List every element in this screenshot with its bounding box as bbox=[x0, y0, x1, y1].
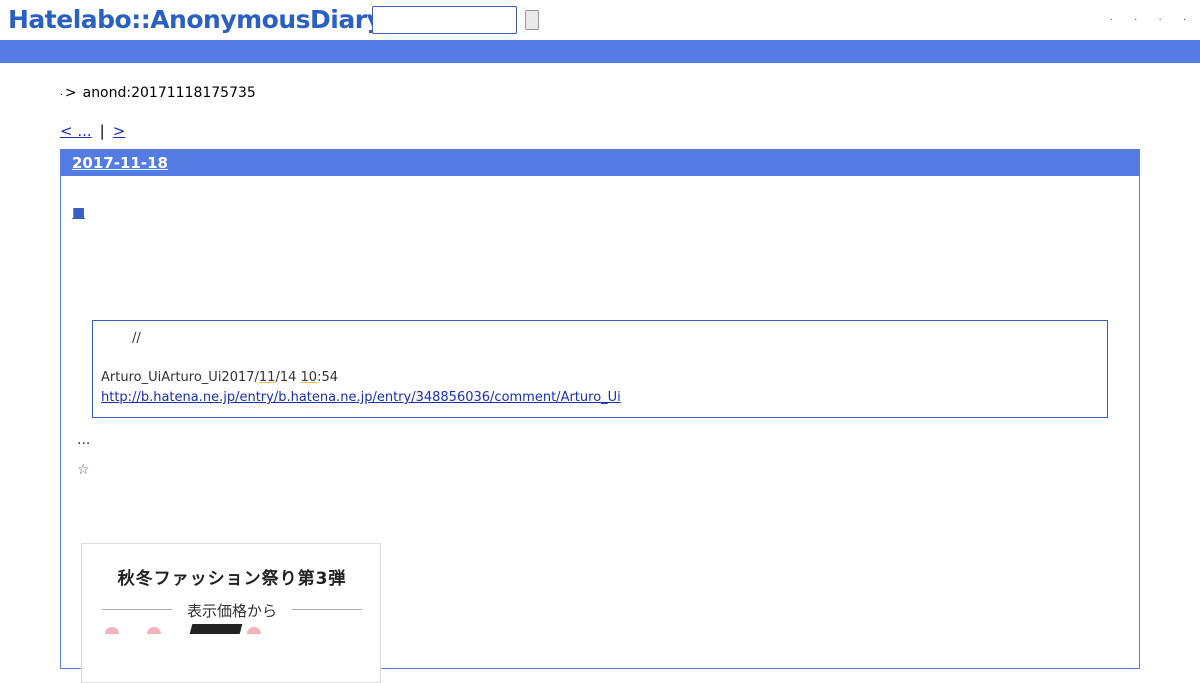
star-button[interactable]: ☆ bbox=[77, 462, 90, 478]
search-button[interactable] bbox=[525, 10, 539, 30]
quote-attribution: Arturo_UiArturo_Ui2017/11/14 10:54 bbox=[101, 368, 1099, 388]
ad-subtitle-text: 表示価格から bbox=[186, 602, 277, 620]
ad-title: 秋冬ファッション祭り第3弾 bbox=[117, 569, 347, 589]
quote-minute: :54 bbox=[317, 370, 338, 385]
site-logo[interactable]: Hatelabo::AnonymousDiary bbox=[8, 4, 383, 36]
ad-shape-pink bbox=[247, 627, 261, 634]
body-ellipsis: ... bbox=[77, 432, 91, 448]
quote-day: /14 bbox=[275, 370, 301, 385]
day-header: 2017-11-18 bbox=[61, 150, 1139, 176]
day-entry: 2017-11-18 ■ // Arturo_UiArturo_Ui2017/1… bbox=[60, 149, 1140, 683]
header-link-4[interactable]: . bbox=[1183, 12, 1186, 23]
ad-graphic bbox=[97, 624, 367, 634]
header-link-2[interactable]: . bbox=[1134, 12, 1137, 23]
ad-shape-pink bbox=[105, 627, 119, 634]
pager: < ... | > bbox=[60, 122, 125, 140]
ad-rule-right bbox=[292, 609, 362, 610]
quote-block: // Arturo_UiArturo_Ui2017/11/14 10:54 ht… bbox=[92, 320, 1108, 418]
header-links: . . . . bbox=[1092, 12, 1186, 23]
header-bar bbox=[0, 40, 1200, 63]
ad-shape-black bbox=[189, 624, 243, 634]
day-date-link[interactable]: 2017-11-18 bbox=[72, 154, 168, 172]
ad-shape-pink bbox=[147, 627, 161, 634]
quote-text: // bbox=[132, 331, 141, 346]
header-link-1[interactable]: . bbox=[1110, 12, 1113, 23]
quote-month: 11 bbox=[258, 370, 276, 385]
ad-banner[interactable]: 秋冬ファッション祭り第3弾 表示価格から bbox=[81, 543, 381, 683]
quote-hour: 10 bbox=[300, 370, 318, 385]
breadcrumb-current: anond:20171118175735 bbox=[82, 85, 256, 101]
breadcrumb-root[interactable]: . bbox=[60, 88, 63, 98]
next-link[interactable]: > bbox=[113, 122, 126, 140]
site-header: Hatelabo::AnonymousDiary . . . . bbox=[0, 0, 1200, 40]
search-input[interactable] bbox=[372, 6, 517, 34]
breadcrumb-separator: > bbox=[64, 85, 77, 101]
quote-author: Arturo_UiArturo_Ui2017/ bbox=[101, 370, 259, 385]
header-link-3[interactable]: . bbox=[1158, 12, 1161, 23]
prev-link[interactable]: < ... bbox=[60, 122, 92, 140]
quote-source-link[interactable]: http://b.hatena.ne.jp/entry/b.hatena.ne.… bbox=[101, 388, 1099, 408]
pager-separator: | bbox=[99, 122, 105, 140]
section-permalink[interactable]: ■ bbox=[72, 205, 85, 221]
breadcrumb: . > anond:20171118175735 bbox=[60, 84, 256, 102]
